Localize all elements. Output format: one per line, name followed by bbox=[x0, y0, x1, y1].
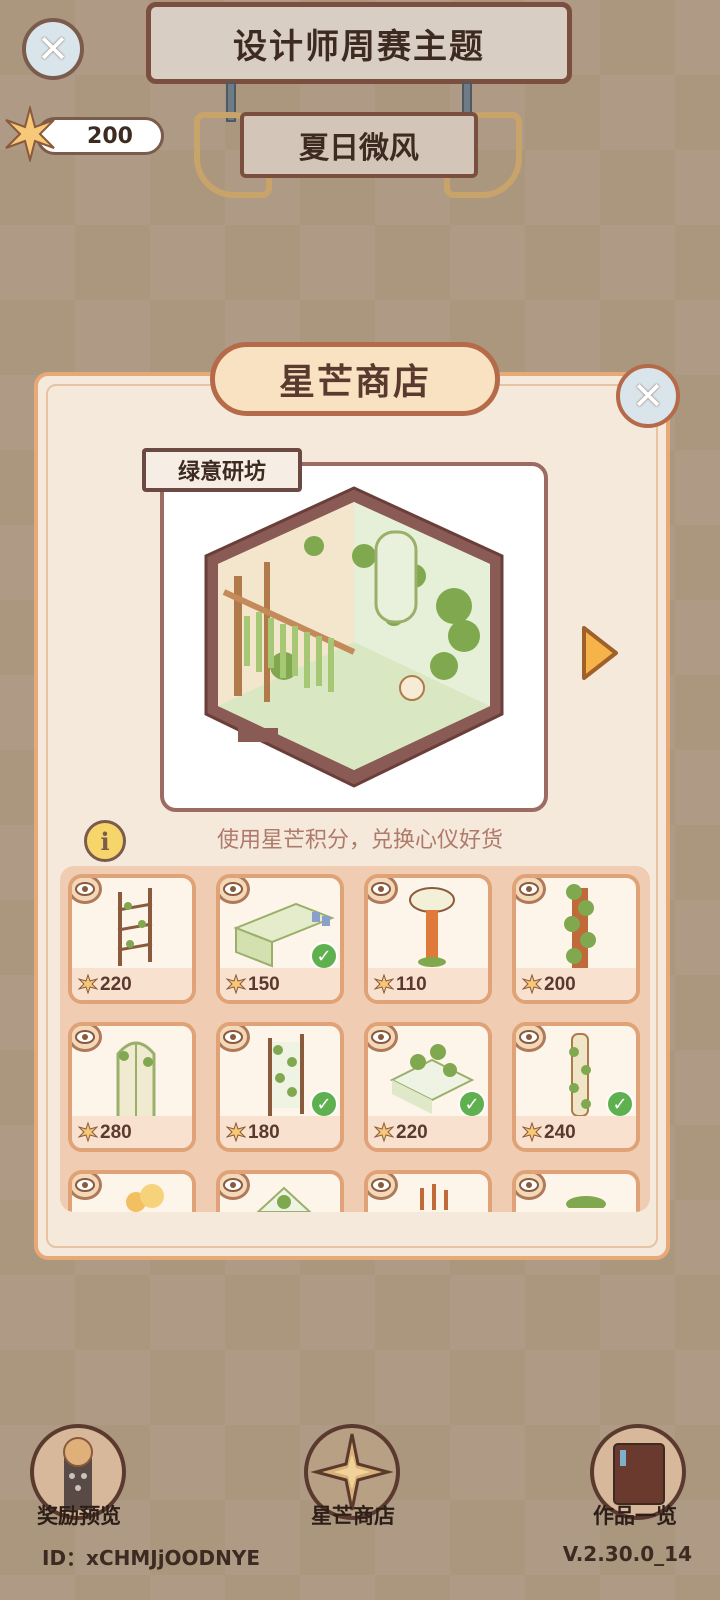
item-image bbox=[409, 887, 455, 967]
close-button[interactable]: ✕ bbox=[22, 18, 84, 80]
item-tile[interactable]: ✓ 220 bbox=[364, 1022, 492, 1152]
eye-icon[interactable] bbox=[220, 1174, 250, 1200]
item-tile[interactable]: ✓ 150 bbox=[216, 874, 344, 1004]
player-id: ID：xCHMJjOODNYE bbox=[42, 1546, 261, 1570]
star-points-icon bbox=[374, 974, 394, 994]
item-image bbox=[566, 1196, 606, 1208]
item-price: 150 bbox=[248, 974, 280, 995]
item-image bbox=[569, 1033, 591, 1117]
room-name: 绿意研坊 bbox=[177, 460, 266, 485]
item-price: 220 bbox=[396, 1122, 428, 1143]
eye-icon[interactable] bbox=[72, 1174, 102, 1200]
star-points-icon bbox=[522, 974, 542, 994]
item-grid[interactable]: 220 ✓ 150 110 200 280 ✓ 180 ✓ 220 ✓ 240 bbox=[60, 866, 650, 1212]
star-points-icon bbox=[226, 1122, 246, 1142]
item-image bbox=[116, 1041, 156, 1120]
version-label: V.2.30.0_14 bbox=[562, 1542, 692, 1566]
item-price: 200 bbox=[544, 974, 576, 995]
eye-icon[interactable] bbox=[516, 878, 546, 904]
item-price: 180 bbox=[248, 1122, 280, 1143]
item-image bbox=[564, 884, 596, 968]
info-icon: i bbox=[100, 826, 110, 856]
theme-name: 夏日微风 bbox=[299, 131, 419, 166]
star-shop-label: 星芒商店 bbox=[311, 1504, 395, 1528]
eye-icon[interactable] bbox=[516, 1174, 546, 1200]
room-name-tag: 绿意研坊 bbox=[142, 448, 302, 492]
star-points-icon bbox=[374, 1122, 394, 1142]
shop-title-plate: 星芒商店 bbox=[210, 342, 500, 416]
item-price: 220 bbox=[100, 974, 132, 995]
eye-icon[interactable] bbox=[220, 1026, 250, 1052]
star-points-icon bbox=[78, 974, 98, 994]
room-preview bbox=[160, 462, 548, 812]
owned-check-icon: ✓ bbox=[458, 1090, 486, 1118]
close-icon: ✕ bbox=[37, 27, 69, 71]
contest-title: 设计师周赛主题 bbox=[233, 26, 485, 67]
contest-title-plate: 设计师周赛主题 bbox=[146, 2, 572, 84]
currency-value: 200 bbox=[87, 123, 133, 149]
item-tile[interactable]: ✓ 240 bbox=[512, 1022, 640, 1152]
next-room-arrow-icon[interactable] bbox=[580, 624, 620, 682]
item-tile[interactable] bbox=[68, 1170, 196, 1212]
owned-check-icon: ✓ bbox=[310, 942, 338, 970]
eye-icon[interactable] bbox=[368, 878, 398, 904]
item-price: 240 bbox=[544, 1122, 576, 1143]
item-tile[interactable]: 200 bbox=[512, 874, 640, 1004]
shop-hint: 使用星芒积分，兑换心仪好货 bbox=[216, 828, 503, 853]
panel-close-button[interactable]: ✕ bbox=[616, 364, 680, 428]
star-points-icon bbox=[78, 1122, 98, 1142]
item-tile[interactable]: 280 bbox=[68, 1022, 196, 1152]
eye-icon[interactable] bbox=[516, 1026, 546, 1052]
star-points-icon bbox=[226, 974, 246, 994]
star-points-icon bbox=[5, 106, 55, 162]
item-image bbox=[117, 888, 153, 966]
theme-plate: 夏日微风 bbox=[240, 112, 478, 178]
item-image bbox=[256, 1186, 312, 1212]
item-tile[interactable] bbox=[364, 1170, 492, 1212]
owned-check-icon: ✓ bbox=[310, 1090, 338, 1118]
item-tile[interactable]: 110 bbox=[364, 874, 492, 1004]
item-price: 110 bbox=[396, 974, 427, 995]
item-tile[interactable] bbox=[216, 1170, 344, 1212]
item-tile[interactable]: 220 bbox=[68, 874, 196, 1004]
eye-icon[interactable] bbox=[368, 1174, 398, 1200]
shop-title: 星芒商店 bbox=[278, 362, 431, 403]
works-overview-label: 作品一览 bbox=[593, 1504, 677, 1528]
item-price: 280 bbox=[100, 1122, 132, 1143]
room-illustration bbox=[204, 486, 504, 788]
owned-check-icon: ✓ bbox=[606, 1090, 634, 1118]
info-button[interactable]: i bbox=[84, 820, 126, 862]
eye-icon[interactable] bbox=[72, 878, 102, 904]
close-icon: ✕ bbox=[632, 374, 664, 418]
item-image bbox=[268, 1034, 304, 1118]
star-points-icon bbox=[522, 1122, 542, 1142]
item-tile[interactable]: ✓ 180 bbox=[216, 1022, 344, 1152]
rewards-preview-label: 奖励预览 bbox=[37, 1504, 121, 1528]
eye-icon[interactable] bbox=[72, 1026, 102, 1052]
item-tile[interactable] bbox=[512, 1170, 640, 1212]
item-image bbox=[420, 1184, 448, 1210]
item-image bbox=[126, 1184, 164, 1212]
